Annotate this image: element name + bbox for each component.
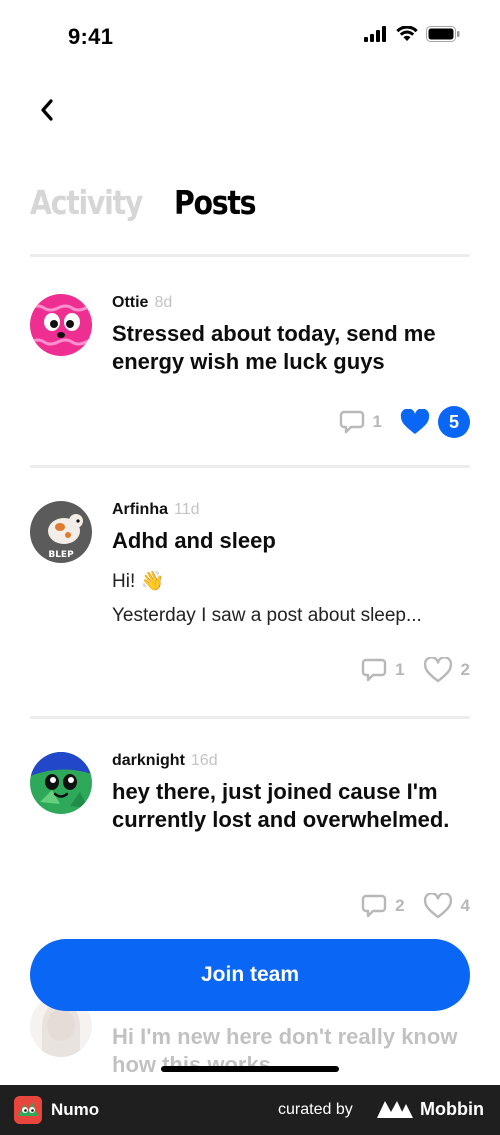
like-count-badge: 5 — [438, 406, 470, 438]
comment-icon[interactable] — [361, 657, 387, 683]
green-monster-avatar-icon — [30, 752, 92, 814]
tab-bar: Activity Posts — [30, 183, 269, 222]
divider — [30, 254, 470, 257]
avatar — [30, 752, 92, 814]
heart-outline-icon[interactable] — [423, 893, 453, 919]
numo-logo-icon — [14, 1096, 42, 1124]
post-excerpt-line: Yesterday I saw a post about sleep... — [112, 605, 422, 626]
footer-app-name: Numo — [51, 1100, 100, 1119]
post-title: hey there, just joined cause I'm current… — [112, 779, 450, 832]
post-age: 8d — [154, 294, 173, 311]
divider — [30, 716, 470, 719]
pink-monster-avatar-icon — [30, 294, 92, 356]
divider — [30, 465, 470, 468]
comment-icon[interactable] — [361, 893, 387, 919]
status-time: 9:41 — [68, 24, 114, 49]
footer-brand: Mobbin — [420, 1099, 484, 1119]
post-meta: darknight 16d — [112, 752, 470, 770]
post-card[interactable]: BLEP Arfinha 11d Adhd and sleep Hi! 👋 Ye… — [30, 501, 470, 691]
comment-count: 2 — [395, 896, 405, 915]
author-name[interactable]: Arfinha — [112, 501, 168, 519]
wifi-icon — [396, 26, 418, 41]
battery-icon — [426, 26, 460, 42]
cellular-signal-icon — [364, 26, 386, 42]
home-indicator — [161, 1066, 339, 1072]
numo-app-icon — [14, 1096, 42, 1124]
post-actions: 1 2 — [361, 657, 470, 683]
heart-outline-icon[interactable] — [423, 657, 453, 683]
avatar: BLEP — [30, 501, 92, 563]
chevron-left-icon — [41, 99, 53, 121]
author-name[interactable]: Ottie — [112, 294, 148, 312]
post-meta: Ottie 8d — [112, 294, 470, 312]
post-meta: Arfinha 11d — [112, 501, 470, 519]
post-age: 16d — [190, 752, 218, 769]
post-actions: 2 4 — [361, 893, 470, 919]
post-age: 11d — [174, 501, 200, 518]
mobbin-logo-icon — [377, 1101, 413, 1118]
like-count: 2 — [460, 660, 470, 679]
comment-icon[interactable] — [339, 409, 365, 435]
post-excerpt-line: Hi! 👋 — [112, 571, 165, 592]
author-name[interactable]: darknight — [112, 752, 185, 770]
heart-filled-icon[interactable] — [400, 409, 430, 435]
post-excerpt: Hi! 👋 Yesterday I saw a post about sleep… — [112, 565, 470, 633]
status-icons — [364, 26, 460, 42]
post-card[interactable]: Ottie 8d Stressed about today, send me e… — [30, 294, 470, 444]
post-title: Adhd and sleep — [112, 528, 276, 553]
status-bar: 9:41 — [0, 0, 500, 74]
tab-posts[interactable]: Posts — [174, 183, 256, 222]
mobbin-footer: Numo curated by Mobbin — [0, 1085, 500, 1135]
footer-curated-by: curated by — [278, 1101, 353, 1118]
blep-cat-avatar-icon: BLEP — [30, 501, 92, 563]
back-button[interactable] — [30, 92, 64, 128]
comment-count: 1 — [395, 660, 405, 679]
comment-count: 1 — [372, 412, 382, 431]
post-title: Stressed about today, send me energy wis… — [112, 321, 436, 374]
like-count: 4 — [460, 896, 470, 915]
post-actions: 1 5 — [339, 406, 470, 438]
svg-text:BLEP: BLEP — [48, 550, 74, 560]
tab-activity[interactable]: Activity — [30, 183, 143, 222]
avatar — [30, 294, 92, 356]
post-card[interactable]: darknight 16d hey there, just joined cau… — [30, 752, 470, 927]
join-team-button[interactable]: Join team — [30, 939, 470, 1011]
